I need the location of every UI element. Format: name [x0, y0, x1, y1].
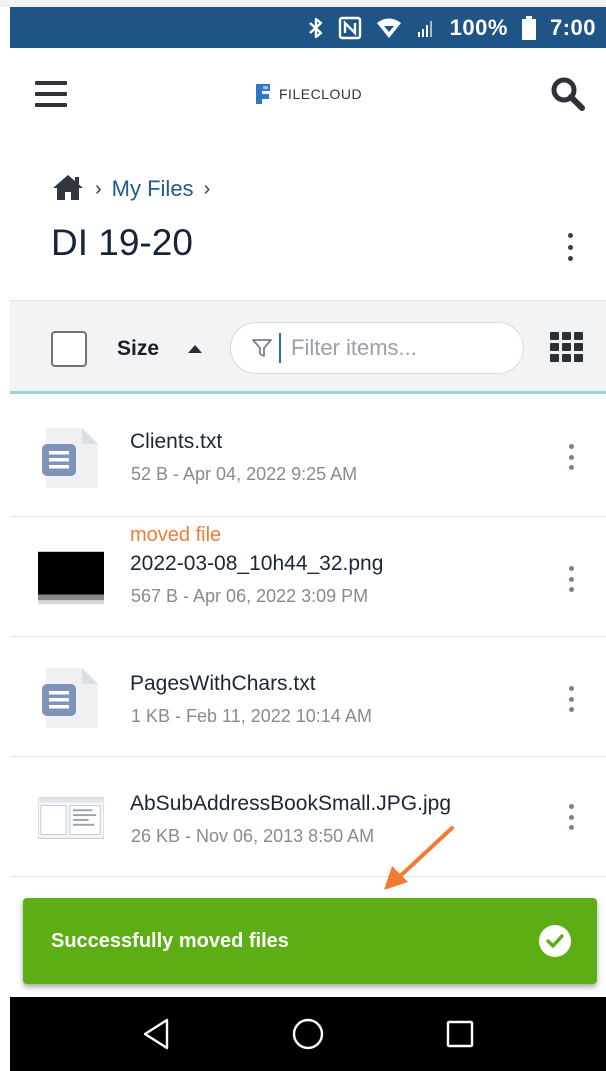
- file-row[interactable]: PagesWithChars.txt 1 KB - Feb 11, 2022 1…: [10, 637, 606, 757]
- left-edge: [0, 48, 10, 1071]
- select-all-checkbox[interactable]: [51, 331, 87, 367]
- filter-input[interactable]: [291, 335, 511, 361]
- breadcrumb-separator: ›: [203, 177, 211, 200]
- page-title: DI 19-20: [51, 222, 193, 263]
- wifi-icon: [376, 17, 402, 39]
- file-name: 2022-03-08_10h44_32.png: [130, 552, 384, 575]
- toast-message: Successfully moved files: [51, 929, 289, 952]
- text-file-icon: [38, 667, 104, 729]
- file-name: Clients.txt: [130, 430, 223, 453]
- search-icon[interactable]: [550, 76, 586, 112]
- top-strip: [0, 0, 606, 7]
- text-file-icon: [38, 427, 104, 489]
- back-icon[interactable]: [136, 1014, 176, 1054]
- system-nav-bar: [10, 997, 606, 1071]
- recents-icon[interactable]: [440, 1014, 480, 1054]
- nfc-icon: [338, 16, 362, 40]
- battery-icon: [521, 15, 536, 40]
- folder-more-options-icon[interactable]: [558, 230, 582, 264]
- list-toolbar: Size: [10, 300, 606, 394]
- breadcrumb-separator: ›: [95, 177, 102, 200]
- filter-field[interactable]: [230, 322, 524, 374]
- file-row[interactable]: Clients.txt 52 B - Apr 04, 2022 9:25 AM: [10, 397, 606, 517]
- file-name: PagesWithChars.txt: [130, 672, 316, 695]
- sort-ascending-icon[interactable]: [188, 345, 202, 353]
- bluetooth-icon: [308, 16, 324, 40]
- home-icon[interactable]: [51, 173, 85, 206]
- hamburger-menu-icon[interactable]: [35, 81, 67, 111]
- file-more-options-icon[interactable]: [566, 804, 576, 830]
- file-meta: 567 B - Apr 06, 2022 3:09 PM: [131, 586, 369, 606]
- breadcrumb: › My Files ›: [51, 172, 210, 206]
- file-row[interactable]: AbSubAddressBookSmall.JPG.jpg 26 KB - No…: [10, 757, 606, 877]
- logo-text: FILECLOUD: [279, 86, 363, 102]
- annotation-arrow: [384, 826, 454, 890]
- file-status-note: moved file: [130, 524, 222, 546]
- file-meta: 52 B - Apr 04, 2022 9:25 AM: [131, 464, 358, 484]
- image-thumbnail: [38, 787, 104, 849]
- breadcrumb-my-files[interactable]: My Files: [112, 176, 194, 202]
- file-more-options-icon[interactable]: [566, 686, 576, 712]
- clock: 7:00: [549, 14, 596, 40]
- filecloud-logo: FILECLOUD: [253, 82, 362, 106]
- signal-icon: [416, 18, 436, 38]
- file-meta: 26 KB - Nov 06, 2013 8:50 AM: [131, 826, 375, 846]
- filecloud-logo-icon: [256, 84, 270, 104]
- success-toast: Successfully moved files: [23, 898, 597, 984]
- home-circle-icon[interactable]: [288, 1014, 328, 1054]
- sort-label[interactable]: Size: [117, 337, 159, 361]
- grid-view-icon[interactable]: [550, 332, 584, 362]
- file-row[interactable]: moved file 2022-03-08_10h44_32.png 567 B…: [10, 517, 606, 637]
- file-more-options-icon[interactable]: [566, 566, 576, 592]
- battery-percent: 100%: [449, 14, 508, 40]
- check-circle-icon[interactable]: [539, 925, 571, 957]
- file-more-options-icon[interactable]: [566, 444, 576, 470]
- file-list: Clients.txt 52 B - Apr 04, 2022 9:25 AM …: [10, 397, 606, 877]
- text-caret: [279, 333, 281, 363]
- filter-icon: [252, 339, 272, 357]
- image-thumbnail: [38, 547, 104, 609]
- status-bar: 100% 7:00: [10, 7, 606, 48]
- app-bar: FILECLOUD: [0, 48, 606, 143]
- file-name: AbSubAddressBookSmall.JPG.jpg: [130, 792, 451, 815]
- file-meta: 1 KB - Feb 11, 2022 10:14 AM: [131, 706, 372, 726]
